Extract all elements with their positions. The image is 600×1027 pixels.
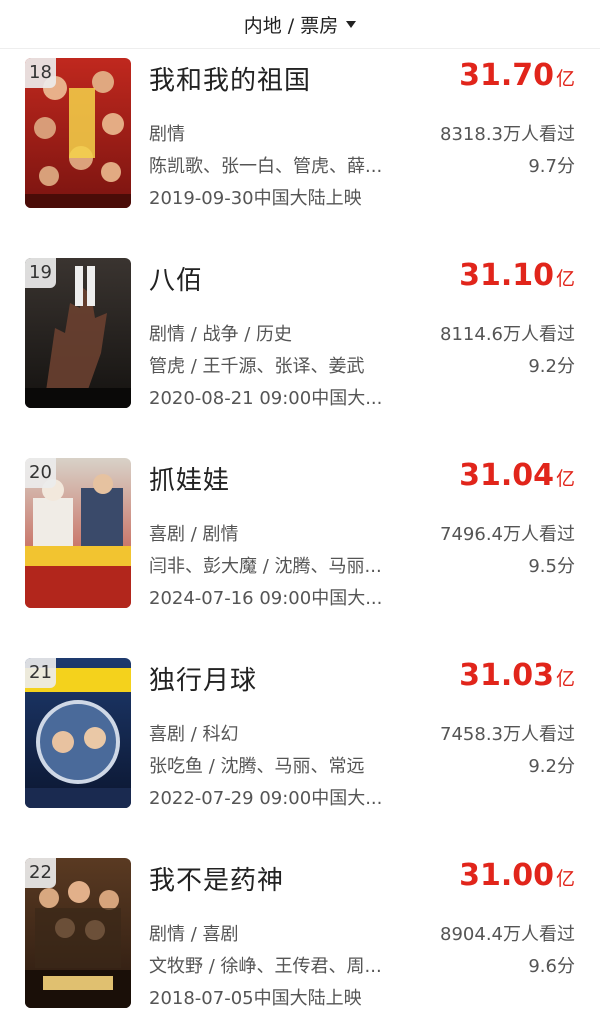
movie-title[interactable]: 抓娃娃 [149, 460, 230, 497]
gross-unit: 亿 [555, 268, 575, 290]
movie-score: 9.2分 [528, 756, 575, 777]
movie-title[interactable]: 我不是药神 [149, 860, 284, 897]
gross-value: 31.04 [459, 458, 554, 493]
region-sort-dropdown[interactable]: 内地 / 票房 [243, 11, 357, 38]
movie-genre: 剧情 / 喜剧 [149, 924, 239, 945]
movie-title[interactable]: 八佰 [149, 260, 203, 297]
caret-down-icon [346, 20, 357, 28]
gross-unit: 亿 [555, 468, 575, 490]
movie-cast: 陈凯歌、张一白、管虎、薛... [149, 156, 383, 177]
movie-genre: 剧情 / 战争 / 历史 [149, 324, 293, 345]
movie-release: 2022-07-29 09:00中国大... [149, 788, 383, 809]
movie-genre: 喜剧 / 科幻 [149, 724, 239, 745]
gross-unit: 亿 [555, 68, 575, 90]
movie-title[interactable]: 我和我的祖国 [149, 60, 311, 97]
movie-score: 9.6分 [528, 956, 575, 977]
movie-release: 2018-07-05中国大陆上映 [149, 988, 362, 1009]
box-office-gross: 31.70 亿 [459, 58, 575, 93]
box-office-gross: 31.03 亿 [459, 658, 575, 693]
viewer-count: 7496.4万人看过 [440, 524, 575, 545]
gross-unit: 亿 [555, 668, 575, 690]
rank-badge: 22 [25, 858, 56, 888]
viewer-count: 8904.4万人看过 [440, 924, 575, 945]
movie-item[interactable]: 18 我和我的祖国 31.70 亿 剧情 陈凯歌、张一白、管虎、薛... 201… [0, 58, 600, 210]
box-office-gross: 31.00 亿 [459, 858, 575, 893]
movie-genre: 喜剧 / 剧情 [149, 524, 239, 545]
movie-cast: 管虎 / 王千源、张译、姜武 [149, 356, 365, 377]
viewer-count: 7458.3万人看过 [440, 724, 575, 745]
movie-item[interactable]: 20 抓娃娃 31.04 亿 喜剧 / 剧情 闫非、彭大魔 / 沈腾、马丽...… [0, 458, 600, 610]
rank-badge: 18 [25, 58, 56, 88]
movie-poster[interactable]: 20 [25, 458, 131, 608]
filter-label: 内地 / 票房 [243, 14, 339, 37]
movie-release: 2020-08-21 09:00中国大... [149, 388, 383, 409]
movie-cast: 文牧野 / 徐峥、王传君、周... [149, 956, 382, 977]
movie-title[interactable]: 独行月球 [149, 660, 257, 697]
viewer-count: 8318.3万人看过 [440, 124, 575, 145]
movie-item[interactable]: 21 独行月球 31.03 亿 喜剧 / 科幻 张吃鱼 / 沈腾、马丽、常远 2… [0, 658, 600, 810]
gross-unit: 亿 [555, 868, 575, 890]
movie-poster[interactable]: 21 [25, 658, 131, 808]
movie-poster[interactable]: 22 [25, 858, 131, 1008]
rank-badge: 19 [25, 258, 56, 288]
box-office-gross: 31.10 亿 [459, 258, 575, 293]
rank-badge: 20 [25, 458, 56, 488]
rank-badge: 21 [25, 658, 56, 688]
gross-value: 31.00 [459, 858, 554, 893]
top-filter-bar: 内地 / 票房 [0, 0, 600, 49]
movie-poster[interactable]: 19 [25, 258, 131, 408]
gross-value: 31.03 [459, 658, 554, 693]
movie-poster[interactable]: 18 [25, 58, 131, 208]
box-office-gross: 31.04 亿 [459, 458, 575, 493]
gross-value: 31.70 [459, 58, 554, 93]
movie-cast: 闫非、彭大魔 / 沈腾、马丽... [149, 556, 382, 577]
movie-score: 9.5分 [528, 556, 575, 577]
gross-value: 31.10 [459, 258, 554, 293]
movie-cast: 张吃鱼 / 沈腾、马丽、常远 [149, 756, 365, 777]
viewer-count: 8114.6万人看过 [440, 324, 575, 345]
movie-score: 9.7分 [528, 156, 575, 177]
movie-score: 9.2分 [528, 356, 575, 377]
movie-release: 2024-07-16 09:00中国大... [149, 588, 383, 609]
movie-item[interactable]: 19 八佰 31.10 亿 剧情 / 战争 / 历史 管虎 / 王千源、张译、姜… [0, 258, 600, 410]
movie-item[interactable]: 22 我不是药神 31.00 亿 剧情 / 喜剧 文牧野 / 徐峥、王传君、周.… [0, 858, 600, 1010]
movie-genre: 剧情 [149, 124, 185, 145]
movie-release: 2019-09-30中国大陆上映 [149, 188, 362, 209]
